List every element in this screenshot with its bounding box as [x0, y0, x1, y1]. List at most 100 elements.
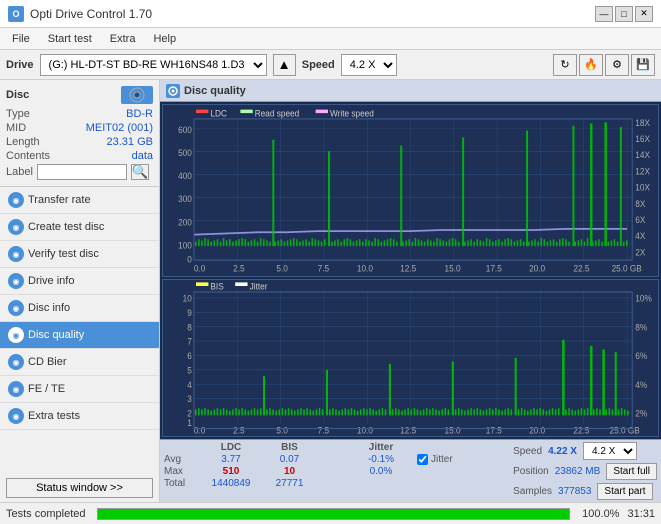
svg-text:100: 100 [178, 240, 192, 251]
disc-label-button[interactable]: 🔍 [131, 164, 149, 180]
stat-avg-bis: 0.07 [262, 454, 317, 465]
svg-text:BIS: BIS [210, 281, 223, 292]
nav-label-extra-tests: Extra tests [28, 410, 80, 422]
sidebar-nav: ◉ Transfer rate ◉ Create test disc ◉ Ver… [0, 187, 159, 474]
svg-text:4: 4 [187, 380, 192, 391]
drive-label: Drive [6, 59, 34, 71]
svg-text:300: 300 [178, 194, 192, 205]
svg-text:10.0: 10.0 [357, 263, 373, 274]
sidebar-item-disc-quality[interactable]: ◉ Disc quality [0, 322, 159, 349]
stat-max-bis: 10 [262, 466, 317, 477]
disc-label-input[interactable] [37, 164, 127, 180]
stats-headers: LDC BIS Jitter [202, 442, 411, 453]
drive-info-icon: ◉ [8, 273, 24, 289]
svg-text:5: 5 [187, 365, 192, 376]
app-window: O Opti Drive Control 1.70 — □ ✕ File Sta… [0, 0, 661, 524]
minimize-button[interactable]: — [595, 6, 613, 22]
extra-tests-icon: ◉ [8, 408, 24, 424]
svg-text:6: 6 [187, 351, 192, 362]
sidebar-item-cd-bier[interactable]: ◉ CD Bier [0, 349, 159, 376]
sidebar-item-extra-tests[interactable]: ◉ Extra tests [0, 403, 159, 430]
svg-text:500: 500 [178, 147, 192, 158]
close-button[interactable]: ✕ [635, 6, 653, 22]
svg-text:15.0: 15.0 [445, 263, 461, 274]
nav-label-fe-te: FE / TE [28, 383, 65, 395]
stat-label-total: Total [164, 478, 200, 489]
svg-text:2.5: 2.5 [233, 263, 245, 274]
svg-text:Jitter: Jitter [250, 281, 268, 292]
svg-text:5.0: 5.0 [276, 263, 288, 274]
disc-type-val: BD-R [126, 108, 153, 120]
svg-text:2%: 2% [635, 408, 647, 419]
stats-avg-row: Avg 3.77 0.07 -0.1% [164, 454, 411, 465]
svg-text:Read speed: Read speed [255, 108, 300, 119]
svg-text:0: 0 [187, 254, 192, 265]
disc-length-val: 23.31 GB [107, 136, 153, 148]
menu-extra[interactable]: Extra [102, 31, 144, 47]
app-icon: O [8, 6, 24, 22]
stats-total-row: Total 1440849 27771 [164, 478, 411, 489]
svg-text:12.5: 12.5 [400, 425, 416, 436]
sidebar-item-create-test-disc[interactable]: ◉ Create test disc [0, 214, 159, 241]
sidebar-item-fe-te[interactable]: ◉ FE / TE [0, 376, 159, 403]
disc-info-icon: ◉ [8, 300, 24, 316]
stats-right-panel: Speed 4.22 X 4.2 X Position 23862 MB Sta… [513, 442, 657, 500]
title-bar-left: O Opti Drive Control 1.70 [8, 6, 152, 22]
stats-speed-dropdown[interactable]: 4.2 X [583, 442, 637, 460]
sidebar-item-disc-info[interactable]: ◉ Disc info [0, 295, 159, 322]
svg-text:200: 200 [178, 217, 192, 228]
menu-file[interactable]: File [4, 31, 38, 47]
disc-header: Disc [6, 86, 153, 104]
svg-text:10X: 10X [635, 182, 650, 193]
stat-total-ldc: 1440849 [202, 478, 260, 489]
svg-text:22.5: 22.5 [573, 425, 589, 436]
refresh-button[interactable]: ↻ [553, 54, 577, 76]
svg-text:6X: 6X [635, 215, 645, 226]
drive-select[interactable]: (G:) HL-DT-ST BD-RE WH16NS48 1.D3 [40, 54, 267, 76]
stat-label-max: Max [164, 466, 200, 477]
nav-label-disc-info: Disc info [28, 302, 70, 314]
stats-speed-val: 4.22 X [548, 446, 577, 457]
nav-label-transfer-rate: Transfer rate [28, 194, 91, 206]
svg-text:10.0: 10.0 [357, 425, 373, 436]
status-bar: Tests completed 100.0% 31:31 [0, 502, 661, 524]
svg-text:Write speed: Write speed [330, 108, 374, 119]
sidebar-item-transfer-rate[interactable]: ◉ Transfer rate [0, 187, 159, 214]
speed-select[interactable]: 4.2 X [341, 54, 397, 76]
stats-position-label: Position [513, 466, 549, 477]
start-full-button[interactable]: Start full [606, 463, 657, 480]
jitter-label: Jitter [431, 454, 453, 465]
menu-bar: File Start test Extra Help [0, 28, 661, 50]
save-button[interactable]: 💾 [631, 54, 655, 76]
svg-text:4X: 4X [635, 231, 645, 242]
stat-header-jitter: Jitter [351, 442, 411, 453]
bottom-chart-svg: BIS Jitter 10 9 8 7 6 5 4 3 2 [163, 280, 658, 436]
menu-help[interactable]: Help [145, 31, 184, 47]
svg-text:10: 10 [183, 293, 192, 304]
menu-start-test[interactable]: Start test [40, 31, 100, 47]
chart-title-bar: Disc quality [160, 80, 661, 102]
burn-button[interactable]: 🔥 [579, 54, 603, 76]
progress-time: 31:31 [627, 508, 655, 520]
disc-mid-key: MID [6, 122, 26, 134]
progress-bar-fill [98, 509, 569, 519]
jitter-checkbox-area: Jitter [417, 454, 453, 465]
disc-type-key: Type [6, 108, 30, 120]
status-window-button[interactable]: Status window >> [6, 478, 153, 498]
sidebar-item-drive-info[interactable]: ◉ Drive info [0, 268, 159, 295]
nav-label-drive-info: Drive info [28, 275, 74, 287]
top-chart: LDC Read speed Write speed 600 500 400 3… [162, 104, 659, 277]
top-chart-svg: LDC Read speed Write speed 600 500 400 3… [163, 105, 658, 276]
disc-quality-icon: ◉ [8, 327, 24, 343]
start-part-button[interactable]: Start part [597, 483, 652, 500]
maximize-button[interactable]: □ [615, 6, 633, 22]
settings-button[interactable]: ⚙ [605, 54, 629, 76]
jitter-checkbox[interactable] [417, 454, 428, 465]
svg-text:17.5: 17.5 [486, 263, 502, 274]
eject-button[interactable]: ▲ [273, 54, 296, 76]
svg-text:3: 3 [187, 394, 192, 405]
svg-text:0.0: 0.0 [194, 425, 205, 436]
sidebar-item-verify-test-disc[interactable]: ◉ Verify test disc [0, 241, 159, 268]
svg-text:20.0: 20.0 [529, 425, 545, 436]
drive-icon-buttons: ↻ 🔥 ⚙ 💾 [553, 54, 655, 76]
